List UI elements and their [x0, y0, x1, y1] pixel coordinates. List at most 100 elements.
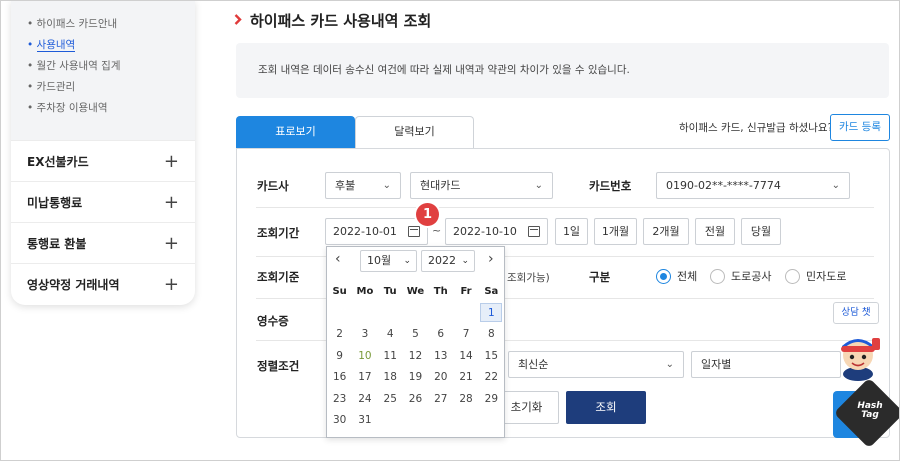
weekday-label: Fr: [460, 286, 472, 297]
sidebar-item-video-contract[interactable]: 영상약정 거래내역 +: [11, 263, 195, 304]
calendar-day[interactable]: 5: [403, 324, 428, 346]
new-card-question: 하이패스 카드, 신규발급 하셨나요?: [679, 122, 834, 134]
plus-icon: +: [163, 232, 179, 254]
period-prev-month-button[interactable]: 전월: [695, 218, 735, 245]
weekday-header-row: Su Mo Tu We Th Fr Sa: [327, 281, 504, 303]
chevron-down-icon: ⌄: [831, 180, 840, 191]
date-picker-popup: ‹ 10월 ⌄ 2022 ⌄ › Su Mo Tu We Th Fr Sa 1 2 3 4 5 6 7 8 9 10…: [326, 246, 505, 438]
sidebar-sub-item-monthly[interactable]: • 월간 사용내역 집계: [27, 56, 179, 77]
period-1day-button[interactable]: 1일: [555, 218, 588, 245]
chat-consult-button[interactable]: 상담 챗: [833, 302, 879, 324]
date-picker-grid: Su Mo Tu We Th Fr Sa 1 2 3 4 5 6 7 8 9 10 11 12 13 14 15 16 17 1…: [327, 281, 504, 432]
calendar-day[interactable]: 10: [352, 346, 377, 368]
sidebar-item-toll-refund[interactable]: 통행료 환불 +: [11, 222, 195, 263]
calendar-day[interactable]: 13: [428, 346, 453, 368]
calendar-week-row: 1: [327, 302, 504, 325]
basis-label: 조회기준: [257, 270, 300, 284]
sort-order-select[interactable]: 최신순 ⌄: [508, 351, 684, 378]
date-picker-header: ‹ 10월 ⌄ 2022 ⌄ ›: [327, 247, 504, 277]
calendar-day[interactable]: 16: [327, 367, 352, 389]
calendar-empty-cell: [479, 410, 504, 432]
calendar-day[interactable]: 22: [479, 367, 504, 389]
calendar-day[interactable]: 7: [453, 324, 478, 346]
calendar-day[interactable]: 12: [403, 346, 428, 368]
divider: [256, 207, 874, 208]
sidebar-sub-item-parking[interactable]: • 주차장 이용내역: [27, 98, 179, 119]
calendar-day[interactable]: 25: [378, 389, 403, 411]
calendar-day[interactable]: 2: [327, 324, 352, 346]
calendar-day[interactable]: 23: [327, 389, 352, 411]
calendar-day[interactable]: 26: [403, 389, 428, 411]
calendar-day[interactable]: 4: [378, 324, 403, 346]
calendar-day[interactable]: 1: [479, 302, 504, 325]
card-number-select[interactable]: 0190-02**-****-7774 ⌄: [656, 172, 850, 199]
calendar-day[interactable]: 20: [428, 367, 453, 389]
search-button[interactable]: 조회: [566, 391, 646, 424]
tab-list-view[interactable]: 표로보기: [236, 116, 355, 148]
next-month-chevron-icon[interactable]: ›: [488, 251, 494, 267]
calendar-icon[interactable]: [408, 226, 420, 237]
sidebar-item-unpaid-toll[interactable]: 미납통행료 +: [11, 181, 195, 222]
chevron-down-icon: ⌄: [534, 180, 543, 191]
weekday-label: Mo: [356, 286, 374, 297]
card-type-select[interactable]: 후불 ⌄: [325, 172, 401, 199]
calendar-day[interactable]: 27: [428, 389, 453, 411]
receipt-label: 영수증: [257, 314, 289, 328]
period-1month-button[interactable]: 1개월: [594, 218, 637, 245]
calendar-day[interactable]: 28: [453, 389, 478, 411]
calendar-day[interactable]: 18: [378, 367, 403, 389]
calendar-day[interactable]: 30: [327, 410, 352, 432]
month-select[interactable]: 10월 ⌄: [360, 250, 417, 272]
calendar-day[interactable]: 8: [479, 324, 504, 346]
division-radio-expressway[interactable]: 도로공사: [710, 268, 771, 284]
mascot-chatbot-icon[interactable]: [834, 330, 882, 382]
card-company-select[interactable]: 현대카드 ⌄: [410, 172, 553, 199]
calendar-day[interactable]: 9: [327, 346, 352, 368]
calendar-empty-cell: [453, 410, 478, 432]
calendar-day[interactable]: 19: [403, 367, 428, 389]
radio-selected-icon[interactable]: [656, 268, 671, 284]
year-select[interactable]: 2022 ⌄: [421, 250, 475, 272]
plus-icon: +: [163, 150, 179, 172]
calendar-day[interactable]: 17: [352, 367, 377, 389]
sidebar-item-label: 영상약정 거래내역: [27, 277, 120, 292]
calendar-day[interactable]: 3: [352, 324, 377, 346]
prev-month-chevron-icon[interactable]: ‹: [335, 251, 341, 267]
weekday-label: Su: [332, 286, 347, 297]
sidebar-item-ex-prepaid[interactable]: EX선불카드 +: [11, 140, 195, 181]
radio-icon[interactable]: [785, 268, 800, 284]
weekday-label: Tu: [383, 286, 397, 297]
radio-icon[interactable]: [710, 268, 725, 284]
calendar-empty-cell: [403, 303, 428, 325]
calendar-day[interactable]: 21: [453, 367, 478, 389]
sidebar-item-label: EX선불카드: [27, 154, 89, 169]
division-radio-private-road[interactable]: 민자도로: [785, 268, 846, 284]
sort-group-select[interactable]: 일자별: [691, 351, 841, 378]
sidebar-sub-item-usage[interactable]: • 사용내역: [27, 35, 179, 56]
chevron-down-icon: ⌄: [403, 256, 411, 266]
calendar-day[interactable]: 29: [479, 389, 504, 411]
tab-calendar-view[interactable]: 달력보기: [355, 116, 474, 148]
division-radio-all[interactable]: 전체: [656, 268, 697, 284]
sidebar-sub-item-card-manage[interactable]: • 카드관리: [27, 77, 179, 98]
sidebar-sub-item-card-guide[interactable]: • 하이패스 카드안내: [27, 14, 179, 35]
period-2month-button[interactable]: 2개월: [643, 218, 689, 245]
calendar-day[interactable]: 24: [352, 389, 377, 411]
calendar-icon[interactable]: [528, 226, 540, 237]
calendar-day[interactable]: 31: [352, 410, 377, 432]
period-this-month-button[interactable]: 당월: [741, 218, 781, 245]
calendar-day[interactable]: 14: [453, 346, 478, 368]
start-date-input[interactable]: 2022-10-01: [325, 218, 428, 245]
calendar-day[interactable]: 6: [428, 324, 453, 346]
basis-hint: 조회가능): [507, 272, 550, 284]
period-label: 조회기간: [257, 226, 300, 240]
end-date-input[interactable]: 2022-10-10: [445, 218, 548, 245]
chevron-down-icon: ⌄: [665, 359, 674, 370]
card-register-button[interactable]: 카드 등록: [830, 114, 890, 141]
calendar-empty-cell: [428, 303, 453, 325]
calendar-day[interactable]: 11: [378, 346, 403, 368]
calendar-day[interactable]: 15: [479, 346, 504, 368]
calendar-empty-cell: [378, 303, 403, 325]
sidebar-item-label: 통행료 환불: [27, 236, 87, 251]
sidebar: • 하이패스 카드안내 • 사용내역 • 월간 사용내역 집계 • 카드관리 •…: [11, 0, 195, 305]
